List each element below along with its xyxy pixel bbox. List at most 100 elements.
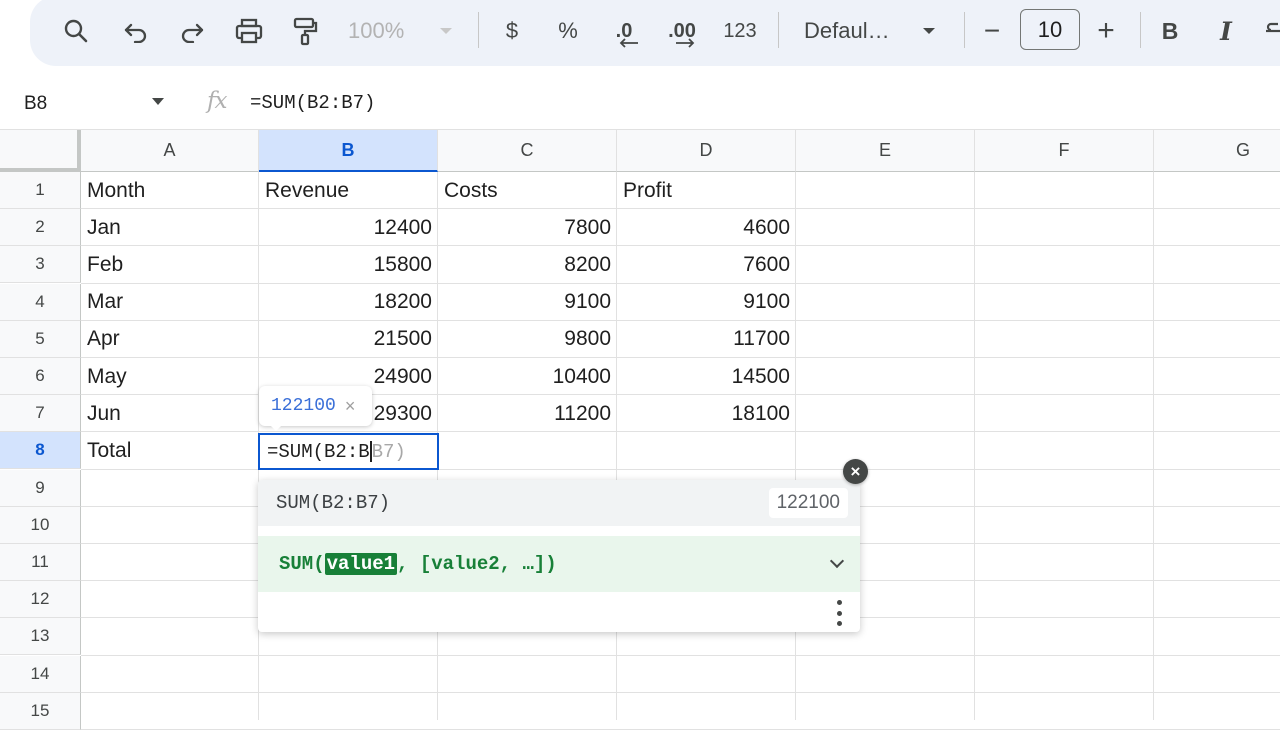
row-header-8[interactable]: 8: [0, 432, 81, 470]
preview-close-icon[interactable]: ×: [345, 396, 356, 417]
data-cell[interactable]: 4600: [617, 209, 796, 246]
cell-editor-b8[interactable]: =SUM(B2:B B7): [258, 433, 439, 470]
toolbar-divider: [478, 12, 479, 48]
data-cell[interactable]: May: [81, 358, 259, 395]
zoom-chevron-down-icon[interactable]: [436, 12, 456, 50]
italic-button[interactable]: I: [1212, 12, 1240, 50]
name-box[interactable]: B8: [24, 93, 47, 115]
data-cell[interactable]: Apr: [81, 321, 259, 358]
row-header-4[interactable]: 4: [0, 283, 81, 321]
column-header-f[interactable]: F: [975, 130, 1154, 172]
toolbar-divider: [778, 12, 779, 48]
column-header-a[interactable]: A: [81, 130, 259, 172]
row-gridline: [81, 654, 1280, 656]
data-cell[interactable]: 9100: [617, 284, 796, 321]
header-cell[interactable]: Profit: [617, 172, 796, 209]
undo-icon[interactable]: [118, 12, 154, 50]
increase-font-size-button[interactable]: +: [1092, 12, 1120, 50]
data-cell[interactable]: 7800: [438, 209, 617, 246]
row-header-5[interactable]: 5: [0, 320, 81, 358]
font-size-input[interactable]: 10: [1020, 9, 1080, 50]
row-header-7[interactable]: 7: [0, 395, 81, 433]
editor-typed-text: =SUM(B2:B: [267, 440, 370, 463]
arrow-left-icon: [619, 38, 638, 48]
redo-icon[interactable]: [174, 12, 210, 50]
row-header-10[interactable]: 10: [0, 506, 81, 544]
row-header-15[interactable]: 15: [0, 692, 81, 730]
strikethrough-icon[interactable]: [1264, 12, 1280, 50]
row-header-11[interactable]: 11: [0, 544, 81, 581]
toolbar-divider: [1140, 12, 1141, 48]
percent-format-button[interactable]: %: [552, 12, 584, 50]
decrease-font-size-button[interactable]: −: [978, 12, 1006, 50]
column-header-d[interactable]: D: [617, 130, 796, 172]
header-cell[interactable]: Revenue: [259, 172, 438, 209]
row-header-3[interactable]: 3: [0, 246, 81, 284]
font-chevron-down-icon[interactable]: [918, 12, 940, 50]
formula-input[interactable]: =SUM(B2:B7): [250, 92, 375, 114]
print-icon[interactable]: [230, 12, 268, 50]
data-cell[interactable]: 12400: [259, 209, 438, 246]
header-cell[interactable]: Month: [81, 172, 259, 209]
row-header-13[interactable]: 13: [0, 618, 81, 656]
data-cell[interactable]: 11700: [617, 321, 796, 358]
data-cell[interactable]: 7600: [617, 246, 796, 283]
total-label-cell[interactable]: Total: [81, 432, 259, 469]
suggestion-value: 122100: [768, 488, 848, 518]
formula-result-preview: 122100 ×: [259, 386, 372, 426]
header-cell[interactable]: Costs: [438, 172, 617, 209]
row-header-2[interactable]: 2: [0, 209, 81, 247]
select-all-corner[interactable]: [0, 130, 81, 172]
data-cell[interactable]: Mar: [81, 284, 259, 321]
row-header-9[interactable]: 9: [0, 469, 81, 507]
row-header-12[interactable]: 12: [0, 581, 81, 619]
row-header-6[interactable]: 6: [0, 358, 81, 395]
function-help-suffix: , [value2, …]): [397, 553, 557, 575]
font-family-select[interactable]: Defaul…: [804, 12, 914, 50]
expand-chevron-down-icon[interactable]: [829, 553, 845, 569]
column-header-g[interactable]: G: [1154, 130, 1280, 172]
increase-decimal-button[interactable]: .00: [662, 12, 702, 50]
data-cell[interactable]: 21500: [259, 321, 438, 358]
data-cell[interactable]: Jan: [81, 209, 259, 246]
data-cell[interactable]: 14500: [617, 358, 796, 395]
data-cell[interactable]: 18200: [259, 284, 438, 321]
data-cell[interactable]: 9800: [438, 321, 617, 358]
toolbar-area: 100% $ % .0 .00 123 Defaul… − 10 + B I: [0, 0, 1280, 72]
more-formats-button[interactable]: 123: [720, 12, 760, 50]
data-cell[interactable]: 8200: [438, 246, 617, 283]
data-cell[interactable]: Feb: [81, 246, 259, 283]
row-header-1[interactable]: 1: [0, 172, 81, 209]
data-cell[interactable]: 10400: [438, 358, 617, 395]
paint-format-icon[interactable]: [288, 12, 322, 50]
preview-pointer: [268, 423, 284, 431]
column-header-b[interactable]: B: [259, 130, 438, 172]
search-icon[interactable]: [58, 12, 94, 50]
toolbar-divider: [964, 12, 965, 48]
row-gridline: [81, 691, 1280, 693]
name-box-chevron-down-icon[interactable]: [152, 98, 164, 105]
column-header-e[interactable]: E: [796, 130, 975, 172]
arrow-right-icon: [676, 38, 695, 48]
more-options-icon[interactable]: [836, 600, 842, 626]
function-help[interactable]: SUM(value1, [value2, …]): [258, 536, 860, 592]
decrease-decimal-button[interactable]: .0: [604, 12, 644, 50]
zoom-select[interactable]: 100%: [348, 12, 418, 50]
column-gridline: [1153, 172, 1154, 720]
close-autocomplete-icon[interactable]: ×: [843, 459, 868, 484]
data-cell[interactable]: 9100: [438, 284, 617, 321]
data-cell[interactable]: 11200: [438, 395, 617, 432]
row-header-14[interactable]: 14: [0, 655, 81, 693]
function-help-param: value1: [324, 553, 398, 575]
formula-autocomplete-popup: SUM(B2:B7) 122100 SUM(value1, [value2, ……: [258, 480, 860, 632]
column-header-c[interactable]: C: [438, 130, 617, 172]
autocomplete-suggestion[interactable]: SUM(B2:B7) 122100: [258, 480, 860, 526]
editor-ghost-text: B7): [371, 440, 406, 463]
data-cell[interactable]: 15800: [259, 246, 438, 283]
font-family-value: Defaul…: [804, 18, 890, 43]
data-cell[interactable]: 18100: [617, 395, 796, 432]
data-cell[interactable]: Jun: [81, 395, 259, 432]
zoom-value: 100%: [348, 18, 405, 43]
bold-button[interactable]: B: [1156, 12, 1184, 50]
currency-format-button[interactable]: $: [496, 12, 528, 50]
